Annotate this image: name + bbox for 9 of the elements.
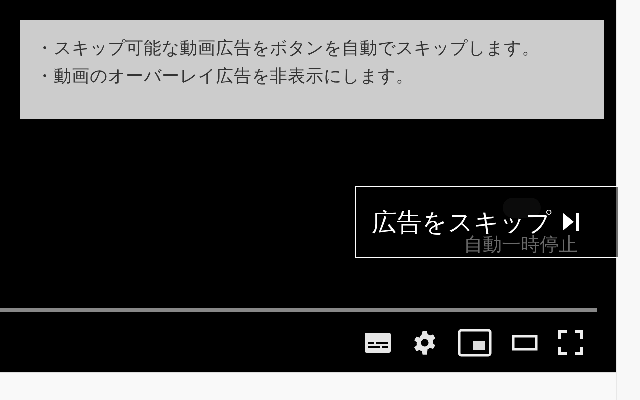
settings-icon[interactable] (412, 330, 438, 356)
skip-icon (562, 212, 580, 232)
miniplayer-icon[interactable] (458, 329, 492, 357)
autopause-label: 自動一時停止 (464, 234, 578, 258)
info-text: ・動画のオーバーレイ広告を非表示にします。 (36, 66, 415, 88)
fullscreen-icon[interactable] (558, 330, 584, 356)
subtitles-icon[interactable] (364, 331, 392, 355)
theater-mode-icon[interactable] (512, 335, 538, 351)
info-text: ・スキップ可能な動画広告をボタンを自動でスキップします。 (36, 38, 541, 60)
